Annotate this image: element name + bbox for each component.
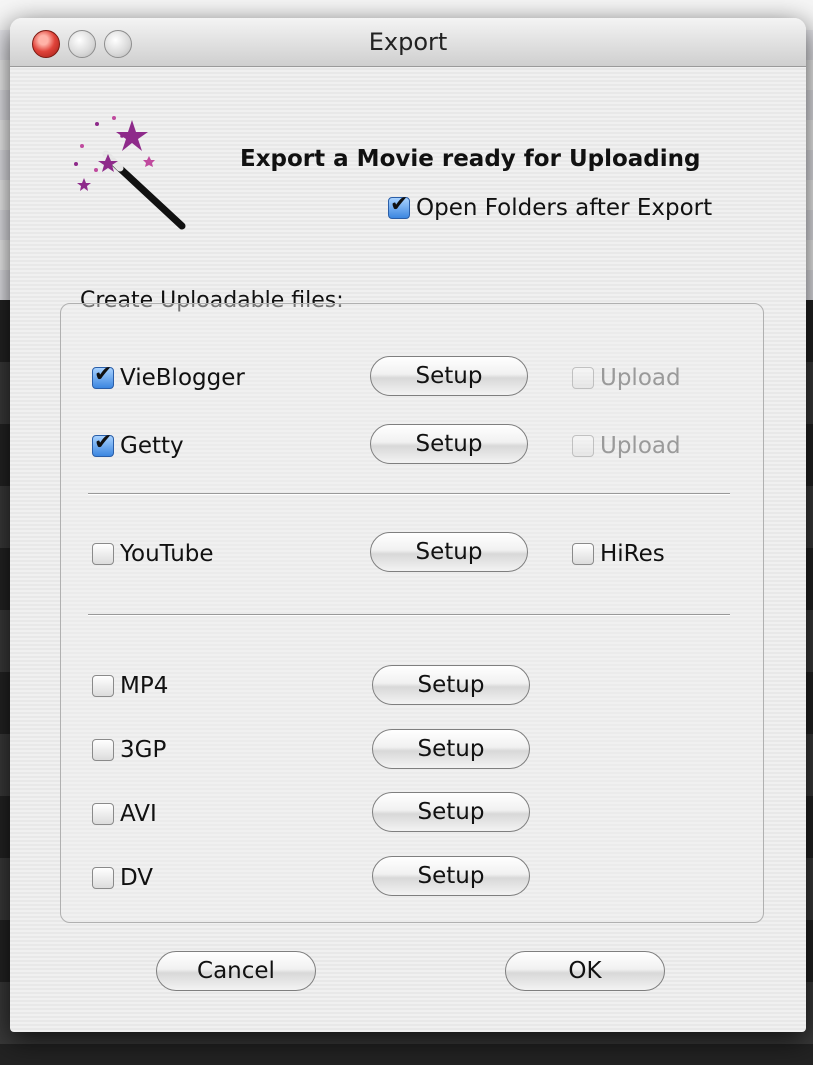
- youtube-option[interactable]: YouTube: [92, 540, 214, 567]
- avi-checkbox[interactable]: [92, 802, 114, 825]
- title-bar[interactable]: Export: [10, 18, 806, 67]
- separator: [88, 614, 730, 616]
- youtube-hires-checkbox[interactable]: [572, 542, 594, 565]
- 3gp-checkbox[interactable]: [92, 738, 114, 761]
- vieblogger-option[interactable]: VieBlogger: [92, 362, 245, 391]
- vieblogger-upload-label: Upload: [600, 364, 681, 391]
- open-folders-checkbox[interactable]: [388, 192, 410, 219]
- export-headline: Export a Movie ready for Uploading: [240, 146, 701, 172]
- getty-upload-option[interactable]: Upload: [572, 432, 681, 459]
- vieblogger-upload-option[interactable]: Upload: [572, 364, 681, 391]
- 3gp-label: 3GP: [120, 736, 167, 763]
- youtube-checkbox[interactable]: [92, 542, 114, 565]
- mp4-label: MP4: [120, 672, 169, 699]
- avi-setup-button[interactable]: Setup: [372, 792, 530, 832]
- youtube-hires-label: HiRes: [600, 540, 665, 567]
- getty-upload-checkbox[interactable]: [572, 434, 594, 457]
- vieblogger-setup-button[interactable]: Setup: [370, 356, 528, 396]
- dv-checkbox[interactable]: [92, 866, 114, 889]
- mp4-option[interactable]: MP4: [92, 672, 168, 699]
- mp4-setup-button[interactable]: Setup: [372, 665, 530, 705]
- getty-upload-label: Upload: [600, 432, 681, 459]
- getty-setup-button[interactable]: Setup: [370, 424, 528, 464]
- getty-label: Getty: [120, 432, 184, 459]
- open-folders-option[interactable]: Open Folders after Export: [388, 192, 713, 221]
- magic-wand-icon: [74, 116, 186, 230]
- dv-setup-button[interactable]: Setup: [372, 856, 530, 896]
- getty-option[interactable]: Getty: [92, 430, 184, 459]
- avi-option[interactable]: AVI: [92, 800, 157, 827]
- vieblogger-checkbox[interactable]: [92, 362, 114, 389]
- 3gp-option[interactable]: 3GP: [92, 736, 166, 763]
- mp4-checkbox[interactable]: [92, 674, 114, 697]
- dv-label: DV: [120, 864, 154, 891]
- 3gp-setup-button[interactable]: Setup: [372, 729, 530, 769]
- youtube-label: YouTube: [120, 540, 214, 567]
- youtube-hires-option[interactable]: HiRes: [572, 540, 665, 567]
- dv-option[interactable]: DV: [92, 864, 153, 891]
- avi-label: AVI: [120, 800, 157, 827]
- ok-button[interactable]: OK: [505, 951, 665, 991]
- open-folders-label: Open Folders after Export: [416, 194, 713, 221]
- separator: [88, 493, 730, 495]
- youtube-setup-button[interactable]: Setup: [370, 532, 528, 572]
- window-title: Export: [368, 28, 448, 56]
- vieblogger-label: VieBlogger: [120, 364, 245, 391]
- cancel-button[interactable]: Cancel: [156, 951, 316, 991]
- vieblogger-upload-checkbox[interactable]: [572, 366, 594, 389]
- getty-checkbox[interactable]: [92, 430, 114, 457]
- export-dialog: Export Export a Movie ready for Uploadin…: [10, 18, 806, 1032]
